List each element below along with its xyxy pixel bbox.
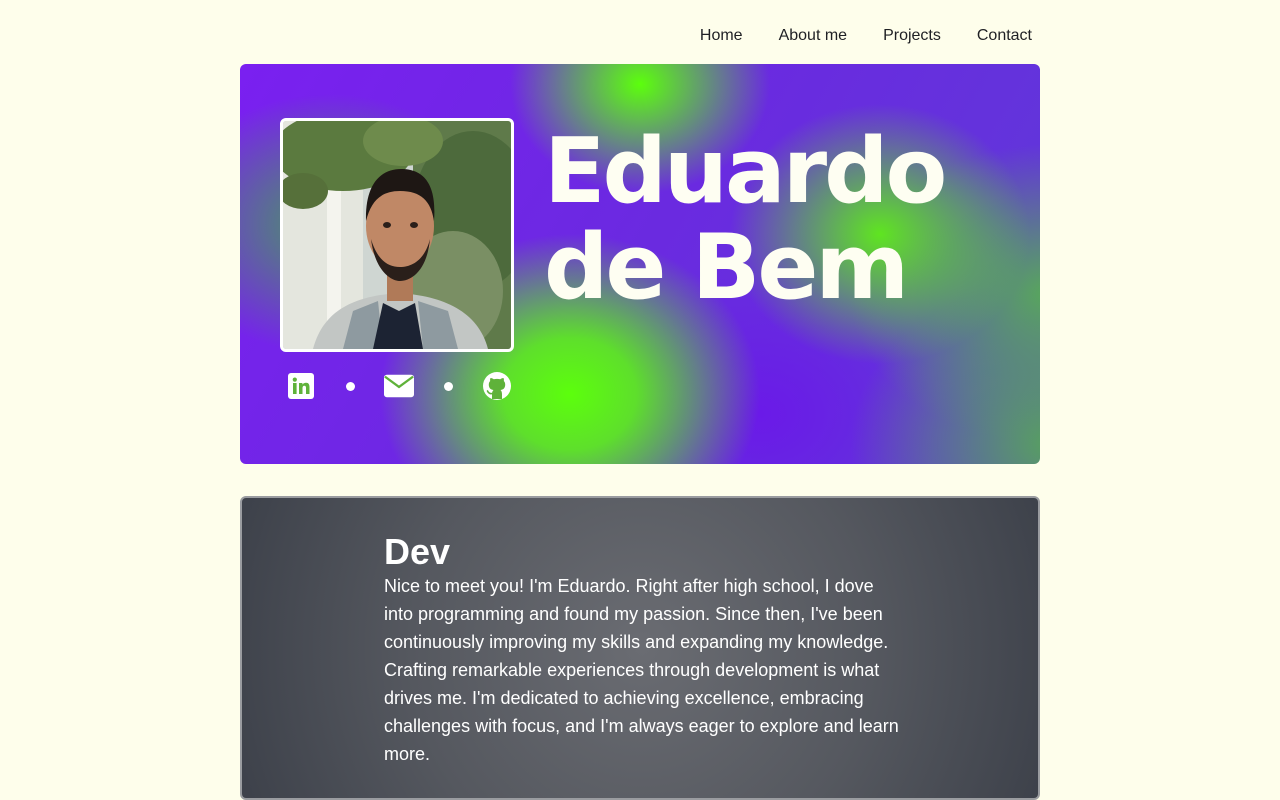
linkedin-icon[interactable] [286,371,316,401]
about-card: Dev Nice to meet you! I'm Eduardo. Right… [240,496,1040,800]
hero-name-line1: Eduardo [544,119,947,224]
main-nav: Home About me Projects Contact [700,22,1032,50]
github-icon[interactable] [482,371,512,401]
separator-dot [345,381,355,391]
nav-about-link[interactable]: About me [779,22,847,50]
hero-name: Eduardo de Bem [544,119,947,320]
nav-contact-link[interactable]: Contact [977,22,1032,50]
social-links [286,368,512,404]
profile-photo [280,118,514,352]
separator-dot [443,381,453,391]
nav-projects-link[interactable]: Projects [883,22,941,50]
about-text: Nice to meet you! I'm Eduardo. Right aft… [384,576,899,764]
hero-name-line2: de Bem [544,215,909,320]
about-title: Dev [384,531,451,572]
nav-home-link[interactable]: Home [700,22,743,50]
email-icon[interactable] [384,371,414,401]
hero-banner: Eduardo de Bem [240,64,1040,464]
